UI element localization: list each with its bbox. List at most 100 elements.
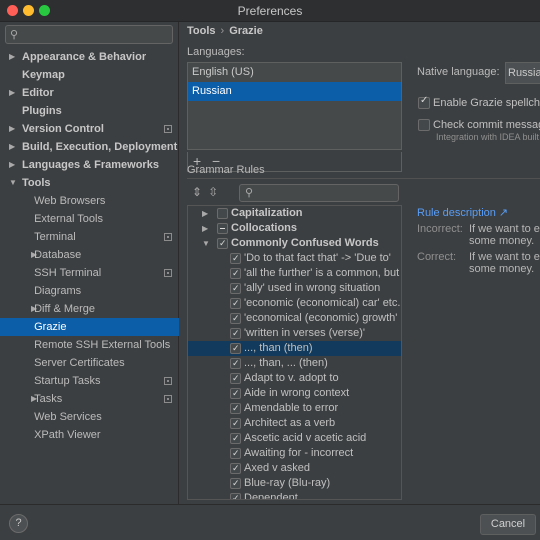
rule-label: ..., than (then) [244, 342, 313, 354]
rule-checkbox[interactable] [230, 326, 241, 341]
sidebar-item[interactable]: External Tools [0, 210, 179, 228]
settings-sidebar: ⚲ ▶ Appearance & Behavior Keymap ▶ Editor Plu… [0, 22, 179, 504]
sidebar-item[interactable]: ▼ Tools [0, 174, 179, 192]
rule-checkbox[interactable] [217, 223, 228, 234]
rule-item[interactable]: Amendable to error [188, 401, 401, 416]
rule-checkbox[interactable] [230, 491, 241, 499]
rule-item[interactable]: Architect as a verb [188, 416, 401, 431]
sidebar-item[interactable]: ▶ Tasks [0, 390, 179, 408]
native-language-select[interactable]: Russian [505, 62, 540, 84]
sidebar-item[interactable]: Grazie [0, 318, 179, 336]
rule-label: ..., than, ... (then) [244, 357, 328, 369]
incorrect-example: If we want to ea some money. [469, 223, 540, 247]
settings-search-input[interactable]: ⚲ [5, 25, 173, 44]
rule-item[interactable]: 'economical (economic) growth' [188, 311, 401, 326]
rule-item[interactable]: 'written in verses (verse)' [188, 326, 401, 341]
sidebar-item-label: Database [34, 249, 82, 261]
breadcrumb-parent[interactable]: Tools [187, 25, 216, 37]
sidebar-item[interactable]: Terminal [0, 228, 179, 246]
sidebar-item[interactable]: Server Certificates [0, 354, 179, 372]
rule-checkbox[interactable] [230, 461, 241, 476]
sidebar-item[interactable]: Remote SSH External Tools [0, 336, 179, 354]
rule-checkbox[interactable] [230, 446, 241, 461]
sidebar-item-label: Build, Execution, Deployment [22, 141, 178, 153]
rule-item[interactable]: 'all the further' is a common, but [188, 266, 401, 281]
help-button[interactable]: ? [9, 514, 28, 533]
rule-item[interactable]: Axed v asked [188, 461, 401, 476]
chevron-right-icon[interactable]: ▶ [9, 84, 15, 102]
rule-checkbox[interactable] [217, 236, 228, 251]
rule-checkbox[interactable] [230, 371, 241, 386]
sidebar-item[interactable]: Keymap [0, 66, 179, 84]
chevron-right-icon[interactable]: ▶ [9, 156, 15, 174]
rule-item[interactable]: Blue-ray (Blu-ray) [188, 476, 401, 491]
sidebar-item[interactable]: SSH Terminal [0, 264, 179, 282]
sidebar-item[interactable]: XPath Viewer [0, 426, 179, 444]
rule-label: Capitalization [231, 207, 303, 219]
chevron-down-icon[interactable]: ▼ [9, 174, 17, 192]
rule-category[interactable]: ▶ Capitalization [188, 206, 401, 221]
sidebar-item[interactable]: ▶ Editor [0, 84, 179, 102]
rule-checkbox[interactable] [230, 251, 241, 266]
rule-label: Blue-ray (Blu-ray) [244, 477, 331, 489]
rule-checkbox[interactable] [230, 401, 241, 416]
rule-checkbox[interactable] [230, 266, 241, 281]
chevron-right-icon[interactable]: ▶ [9, 120, 15, 138]
sidebar-item[interactable]: ▶ Build, Execution, Deployment [0, 138, 179, 156]
rules-search-input[interactable]: ⚲ [239, 184, 399, 202]
rule-checkbox[interactable] [230, 311, 241, 326]
rule-item[interactable]: Awaiting for - incorrect [188, 446, 401, 461]
rule-checkbox[interactable] [230, 416, 241, 431]
sidebar-item[interactable]: ▶ Diff & Merge [0, 300, 179, 318]
project-level-icon [164, 233, 172, 241]
rule-checkbox[interactable] [217, 208, 228, 219]
sidebar-item[interactable]: Diagrams [0, 282, 179, 300]
chevron-right-icon[interactable]: ▶ [9, 138, 15, 156]
sidebar-item[interactable]: Plugins [0, 102, 179, 120]
rule-item[interactable]: ..., than, ... (then) [188, 356, 401, 371]
enable-spellcheck-checkbox[interactable] [418, 95, 430, 109]
sidebar-item[interactable]: Web Browsers [0, 192, 179, 210]
rule-item[interactable]: 'Do to that fact that' -> 'Due to' [188, 251, 401, 266]
language-item[interactable]: Russian [188, 82, 401, 101]
rule-checkbox[interactable] [230, 431, 241, 446]
rule-label: Dependent [244, 492, 298, 500]
sidebar-item[interactable]: Startup Tasks [0, 372, 179, 390]
check-commit-checkbox[interactable] [418, 119, 430, 131]
rule-category[interactable]: ▶ Collocations [188, 221, 401, 236]
sidebar-item[interactable]: ▶ Version Control [0, 120, 179, 138]
rule-item[interactable]: Aide in wrong context [188, 386, 401, 401]
rule-item[interactable]: 'ally' used in wrong situation [188, 281, 401, 296]
chevron-down-icon[interactable]: ▼ [202, 236, 210, 251]
rule-item[interactable]: Adapt to v. adopt to [188, 371, 401, 386]
sidebar-item-label: External Tools [34, 213, 103, 225]
rule-category[interactable]: ▼ Commonly Confused Words [188, 236, 401, 251]
rule-label: Axed v asked [244, 462, 311, 474]
rule-item[interactable]: Dependent [188, 491, 401, 500]
rule-checkbox[interactable] [230, 281, 241, 296]
sidebar-item[interactable]: ▶ Database [0, 246, 179, 264]
rule-checkbox[interactable] [230, 386, 241, 401]
chevron-right-icon[interactable]: ▶ [202, 206, 208, 221]
rule-checkbox[interactable] [230, 476, 241, 491]
project-level-icon [164, 377, 172, 385]
collapse-all-icon[interactable]: ⇳ [208, 185, 218, 199]
sidebar-item[interactable]: ▶ Languages & Frameworks [0, 156, 179, 174]
rule-description-link[interactable]: Rule description ↗ [417, 206, 508, 219]
rule-checkbox[interactable] [230, 356, 241, 371]
rule-item[interactable]: Ascetic acid v acetic acid [188, 431, 401, 446]
rule-checkbox[interactable] [230, 296, 241, 311]
rule-label: Amendable to error [244, 402, 339, 414]
rule-item[interactable]: ..., than (then) [188, 341, 401, 356]
chevron-right-icon[interactable]: ▶ [9, 48, 15, 66]
rule-checkbox[interactable] [230, 341, 241, 356]
sidebar-item-label: Tasks [34, 393, 63, 405]
chevron-right-icon[interactable]: ▶ [202, 221, 208, 236]
language-item[interactable]: English (US) [188, 63, 401, 82]
sidebar-item[interactable]: Web Services [0, 408, 179, 426]
sidebar-item[interactable]: ▶ Appearance & Behavior [0, 48, 179, 66]
cancel-button[interactable]: Cancel [480, 514, 536, 535]
correct-label: Correct: [417, 251, 457, 263]
expand-all-icon[interactable]: ⇕ [192, 185, 202, 199]
rule-item[interactable]: 'economic (economical) car' etc. [188, 296, 401, 311]
